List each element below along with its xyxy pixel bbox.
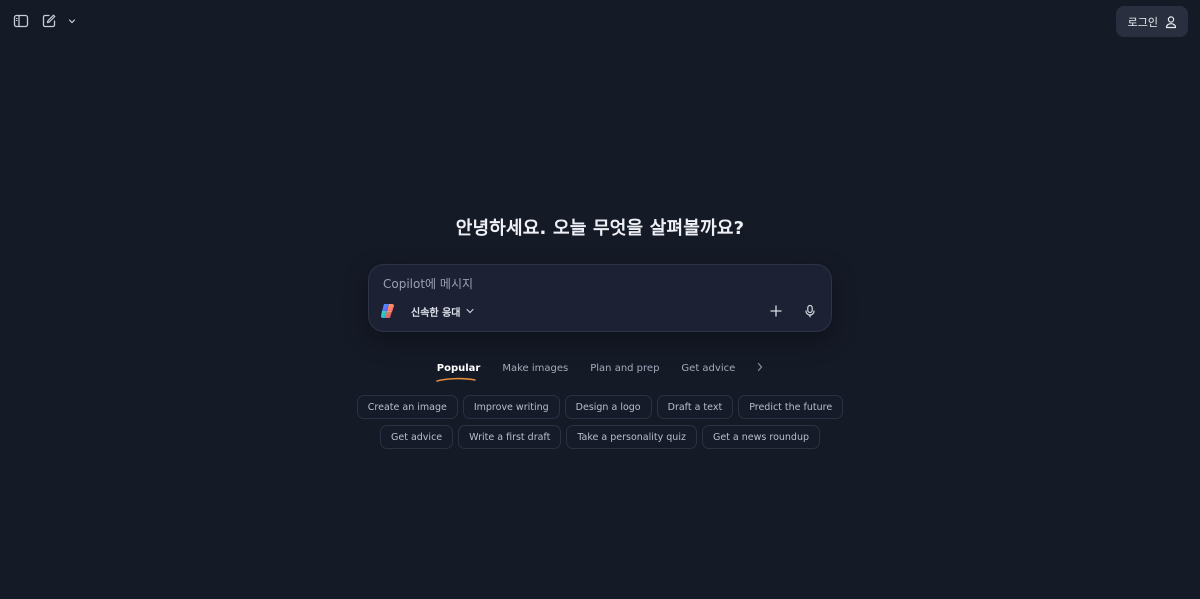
tab-label: Plan and prep: [590, 363, 660, 374]
microphone-icon: [805, 304, 815, 318]
user-icon: [1165, 15, 1177, 28]
voice-input-button[interactable]: [799, 300, 821, 322]
add-attachment-button[interactable]: [765, 300, 787, 322]
chip-take-a-personality-quiz[interactable]: Take a personality quiz: [566, 425, 697, 449]
tab-get-advice[interactable]: Get advice: [670, 361, 746, 376]
tab-label: Make images: [502, 363, 569, 374]
sidebar-toggle-button[interactable]: [10, 10, 32, 32]
login-label: 로그인: [1127, 15, 1158, 29]
tabs-next-button[interactable]: [746, 360, 774, 377]
compose-icon: [42, 14, 56, 28]
chip-write-a-first-draft[interactable]: Write a first draft: [458, 425, 562, 449]
chip-create-an-image[interactable]: Create an image: [356, 395, 458, 419]
message-input[interactable]: [381, 275, 811, 293]
chevron-down-icon: [68, 19, 76, 24]
response-mode-select[interactable]: 신속한 응대: [411, 304, 475, 319]
tab-label: Get advice: [681, 363, 736, 374]
tab-popular[interactable]: Popular: [426, 361, 492, 382]
chip-improve-writing[interactable]: Improve writing: [462, 395, 560, 419]
chip-draft-a-text[interactable]: Draft a text: [656, 395, 734, 419]
response-mode-label: 신속한 응대: [411, 307, 461, 319]
plus-icon: [770, 305, 782, 317]
chip-row: Create an image Improve writing Design a…: [356, 395, 844, 419]
active-tab-underline: [435, 377, 476, 382]
new-chat-button[interactable]: [38, 10, 60, 32]
chip-design-a-logo[interactable]: Design a logo: [564, 395, 652, 419]
login-button[interactable]: 로그인: [1115, 6, 1188, 37]
tab-make-images[interactable]: Make images: [491, 361, 579, 376]
chip-get-a-news-roundup[interactable]: Get a news roundup: [701, 425, 820, 449]
greeting-heading: 안녕하세요. 오늘 무엇을 살펴볼까요?: [455, 218, 745, 239]
tab-plan-and-prep[interactable]: Plan and prep: [579, 361, 670, 376]
new-chat-menu-button[interactable]: [66, 10, 78, 32]
topbar-left: [10, 10, 78, 32]
message-composer: 신속한 응대: [368, 264, 832, 332]
chip-row: Get advice Write a first draft Take a pe…: [380, 425, 820, 449]
chevron-right-icon: [758, 362, 763, 372]
suggestion-tabs: Popular Make images Plan and prep Get ad…: [0, 360, 1200, 382]
suggestion-chips: Create an image Improve writing Design a…: [0, 395, 1200, 449]
composer-toolbar: 신속한 응대: [379, 301, 821, 321]
tab-label: Popular: [436, 363, 481, 374]
chip-get-advice[interactable]: Get advice: [380, 425, 454, 449]
copilot-logo-icon: [381, 304, 394, 318]
sidebar-toggle-icon: [13, 14, 29, 28]
chevron-down-icon: [466, 308, 475, 314]
composer-actions: [765, 300, 821, 322]
chip-predict-the-future[interactable]: Predict the future: [738, 395, 844, 419]
